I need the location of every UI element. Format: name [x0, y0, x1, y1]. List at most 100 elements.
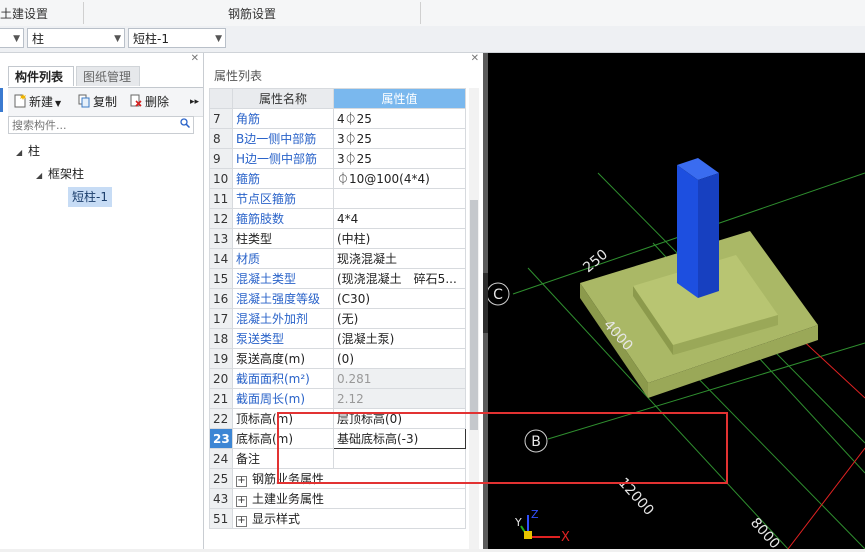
table-row[interactable]: 10 箍筋 ⏀10@100(4*4): [209, 168, 466, 189]
property-value[interactable]: ⏀10@100(4*4): [333, 168, 466, 189]
expand-plus-icon[interactable]: +: [236, 496, 247, 507]
ribbon: 土建设置 钢筋设置: [0, 0, 865, 27]
expand-plus-icon[interactable]: +: [236, 476, 247, 487]
property-name: 柱类型: [232, 228, 334, 249]
property-name: B边一侧中部筋: [232, 128, 334, 149]
category-select-value: 柱: [32, 32, 45, 46]
row-index: 7: [209, 108, 233, 129]
viewport-canvas: C B 250 4000 12000 8000 X Y Z: [486, 158, 865, 552]
3d-viewport[interactable]: C B 250 4000 12000 8000 X Y Z: [486, 53, 865, 552]
search-input[interactable]: [9, 117, 180, 133]
more-tools-button[interactable]: ▸▸: [190, 92, 199, 112]
property-value[interactable]: (中柱): [333, 228, 466, 249]
table-row[interactable]: 24 备注: [209, 448, 466, 469]
table-row[interactable]: 23 底标高(m) 基础底标高(-3): [209, 428, 466, 449]
row-index: 12: [209, 208, 233, 229]
property-value[interactable]: (C30): [333, 288, 466, 309]
component-search: [8, 116, 194, 134]
table-row[interactable]: 51 + 显示样式: [209, 508, 466, 529]
ribbon-group-rebar-settings[interactable]: 钢筋设置: [228, 0, 276, 26]
property-value[interactable]: 3⏀25: [333, 128, 466, 149]
property-value[interactable]: 基础底标高(-3): [333, 428, 466, 449]
close-icon[interactable]: ✕: [191, 53, 199, 64]
property-value[interactable]: 层顶标高(0): [333, 408, 466, 429]
property-value[interactable]: 3⏀25: [333, 148, 466, 169]
row-index: 24: [209, 448, 233, 469]
expand-plus-icon[interactable]: +: [236, 516, 247, 527]
properties-title: 属性列表: [214, 69, 263, 83]
chevron-down-icon: ▼: [114, 34, 121, 44]
ribbon-separator: [83, 2, 84, 24]
ribbon-group-civil-settings[interactable]: 土建设置: [0, 0, 48, 26]
close-icon[interactable]: ✕: [471, 53, 479, 64]
scrollbar-thumb[interactable]: [470, 200, 478, 430]
dimension-label-8000: 8000: [747, 515, 783, 549]
table-row[interactable]: 25 + 钢筋业务属性: [209, 468, 466, 489]
delete-button-label: 删除: [145, 95, 170, 109]
table-row[interactable]: 43 + 土建业务属性: [209, 488, 466, 509]
property-name: + 显示样式: [232, 508, 466, 529]
component-select[interactable]: 短柱-1 ▼: [128, 28, 226, 48]
property-name: 截面周长(m): [232, 388, 334, 409]
tab-drawing-management[interactable]: 图纸管理: [76, 66, 140, 86]
copy-button[interactable]: 复制: [78, 92, 117, 112]
tab-component-list[interactable]: 构件列表: [8, 66, 74, 86]
tree-node-frame-column[interactable]: ◢ 框架柱: [36, 164, 84, 184]
search-icon[interactable]: [180, 118, 190, 128]
property-name: 箍筋: [232, 168, 334, 189]
row-index: 18: [209, 328, 233, 349]
table-row[interactable]: 21 截面周长(m) 2.12: [209, 388, 466, 409]
table-row[interactable]: 13 柱类型 (中柱): [209, 228, 466, 249]
new-file-icon: [14, 94, 26, 108]
row-index: 22: [209, 408, 233, 429]
table-row[interactable]: 8 B边一侧中部筋 3⏀25: [209, 128, 466, 149]
property-value[interactable]: 2.12: [333, 388, 466, 409]
table-row[interactable]: 16 混凝土强度等级 (C30): [209, 288, 466, 309]
table-row[interactable]: 15 混凝土类型 (现浇混凝土 碎石5...: [209, 268, 466, 289]
table-row[interactable]: 9 H边一侧中部筋 3⏀25: [209, 148, 466, 169]
tree-node-label: 柱: [28, 144, 41, 158]
table-row[interactable]: 14 材质 现浇混凝土: [209, 248, 466, 269]
column: [677, 158, 719, 298]
tree-node-label: 框架柱: [48, 167, 85, 181]
property-value[interactable]: (混凝土泵): [333, 328, 466, 349]
header-value: 属性值: [333, 88, 466, 109]
row-index: 11: [209, 188, 233, 209]
tree-node-column[interactable]: ◢ 柱: [16, 141, 40, 161]
category-select[interactable]: 柱 ▼: [27, 28, 125, 48]
row-index: 10: [209, 168, 233, 189]
new-button[interactable]: 新建 ▼: [14, 92, 61, 112]
property-name: 混凝土外加剂: [232, 308, 334, 329]
property-value[interactable]: (现浇混凝土 碎石5...: [333, 268, 466, 289]
property-value[interactable]: (0): [333, 348, 466, 369]
table-row[interactable]: 18 泵送类型 (混凝土泵): [209, 328, 466, 349]
new-button-label: 新建: [29, 95, 54, 109]
delete-button[interactable]: 删除: [130, 92, 169, 112]
table-row[interactable]: 22 顶标高(m) 层顶标高(0): [209, 408, 466, 429]
tree-node-short-column-1[interactable]: 短柱-1: [68, 187, 112, 207]
property-value[interactable]: (无): [333, 308, 466, 329]
table-row[interactable]: 12 箍筋肢数 4*4: [209, 208, 466, 229]
table-row[interactable]: 20 截面面积(m²) 0.281: [209, 368, 466, 389]
row-index: 23: [209, 428, 233, 449]
table-row[interactable]: 17 混凝土外加剂 (无): [209, 308, 466, 329]
table-row[interactable]: 11 节点区箍筋: [209, 188, 466, 209]
property-value[interactable]: 4*4: [333, 208, 466, 229]
expand-triangle-icon[interactable]: ◢: [16, 143, 28, 163]
row-index: 14: [209, 248, 233, 269]
row-index: 43: [209, 488, 233, 509]
floor-select[interactable]: ▼: [0, 28, 24, 48]
copy-button-label: 复制: [93, 95, 118, 109]
property-value[interactable]: [333, 188, 466, 209]
property-value[interactable]: [333, 448, 466, 469]
property-name: 节点区箍筋: [232, 188, 334, 209]
row-index: 15: [209, 268, 233, 289]
table-row[interactable]: 7 角筋 4⏀25: [209, 108, 466, 129]
property-value[interactable]: 0.281: [333, 368, 466, 389]
properties-scrollbar[interactable]: [469, 88, 479, 549]
property-name: 泵送高度(m): [232, 348, 334, 369]
property-value[interactable]: 现浇混凝土: [333, 248, 466, 269]
table-row[interactable]: 19 泵送高度(m) (0): [209, 348, 466, 369]
expand-triangle-icon[interactable]: ◢: [36, 166, 48, 186]
property-value[interactable]: 4⏀25: [333, 108, 466, 129]
